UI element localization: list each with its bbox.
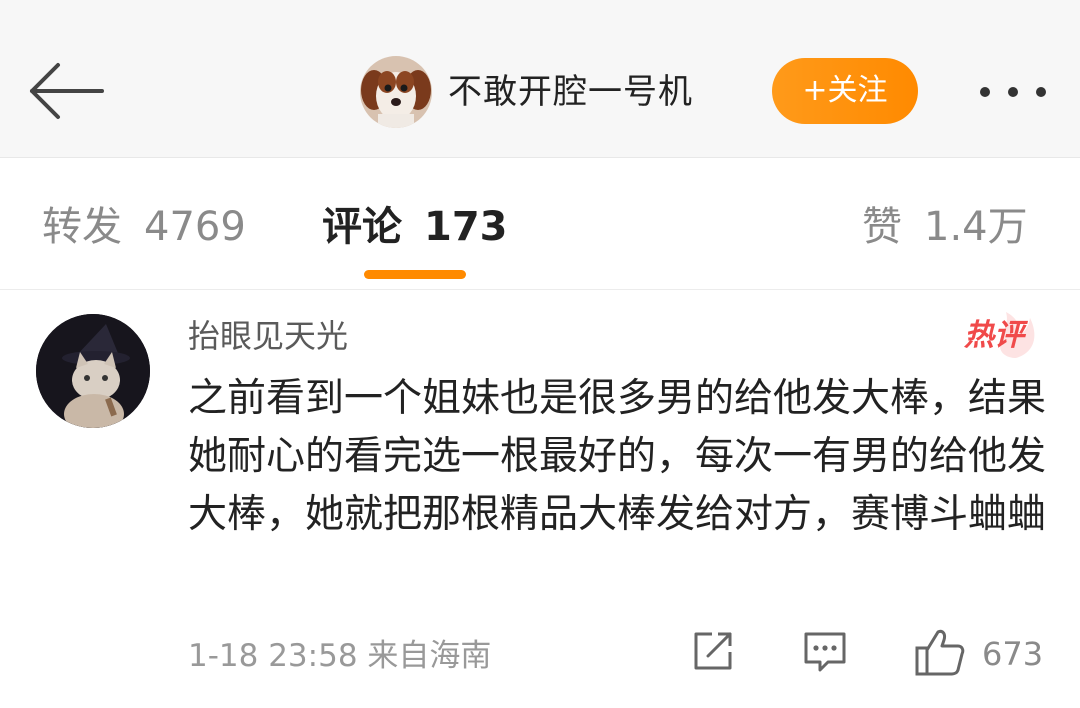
share-icon: [694, 632, 732, 670]
tab-comments-count: 173: [424, 204, 508, 250]
tab-likes-label: 赞: [862, 204, 902, 250]
share-button[interactable]: [690, 628, 736, 674]
hot-comment-badge: 热评: [958, 312, 1044, 360]
like-button[interactable]: 673: [914, 628, 1050, 678]
reply-button[interactable]: [802, 628, 848, 674]
tab-bar: 转发 4769 评论 173 赞 1.4万: [0, 158, 1080, 290]
comment-text: 之前看到一个姐妹也是很多男的给他发大棒，结果她耐心的看完选一根最好的，每次一有男…: [188, 376, 1047, 537]
top-bar: 不敢开腔一号机 +关注: [0, 0, 1080, 158]
comment-footer: 1-18 23:58 来自海南 673: [0, 628, 1080, 684]
cat-wizard-avatar-image: [36, 314, 150, 428]
tab-reposts-label: 转发: [42, 204, 122, 250]
commenter-avatar[interactable]: [36, 314, 150, 428]
back-button[interactable]: [24, 58, 108, 128]
page-title[interactable]: 不敢开腔一号机: [448, 70, 693, 114]
comment-meta: 1-18 23:58 来自海南: [188, 638, 492, 674]
like-count: 673: [982, 635, 1044, 673]
follow-button[interactable]: +关注: [772, 58, 918, 124]
tab-likes-count: 1.4万: [924, 204, 1028, 250]
tab-comments-label: 评论: [322, 204, 402, 250]
dog-avatar-image: [360, 56, 432, 128]
more-button[interactable]: [970, 72, 1060, 112]
comment-icon: [804, 632, 846, 672]
active-tab-indicator: [364, 270, 466, 279]
author-avatar[interactable]: [360, 56, 432, 128]
tab-reposts-count: 4769: [144, 204, 246, 250]
back-arrow-icon: [30, 63, 104, 119]
more-dots-icon: [980, 87, 1046, 97]
comment-item: 抬眼见天光 热评 之前看到一个姐妹也是很多男的给他发大棒，结果她耐心的看完选一根…: [0, 290, 1080, 708]
tab-reposts[interactable]: 转发 4769: [42, 202, 246, 252]
tab-comments[interactable]: 评论 173: [322, 202, 508, 252]
like-icon: [915, 629, 965, 676]
commenter-username[interactable]: 抬眼见天光: [188, 314, 348, 358]
tab-likes[interactable]: 赞 1.4万: [862, 202, 1028, 252]
hot-badge-label: 热评: [964, 318, 1024, 353]
